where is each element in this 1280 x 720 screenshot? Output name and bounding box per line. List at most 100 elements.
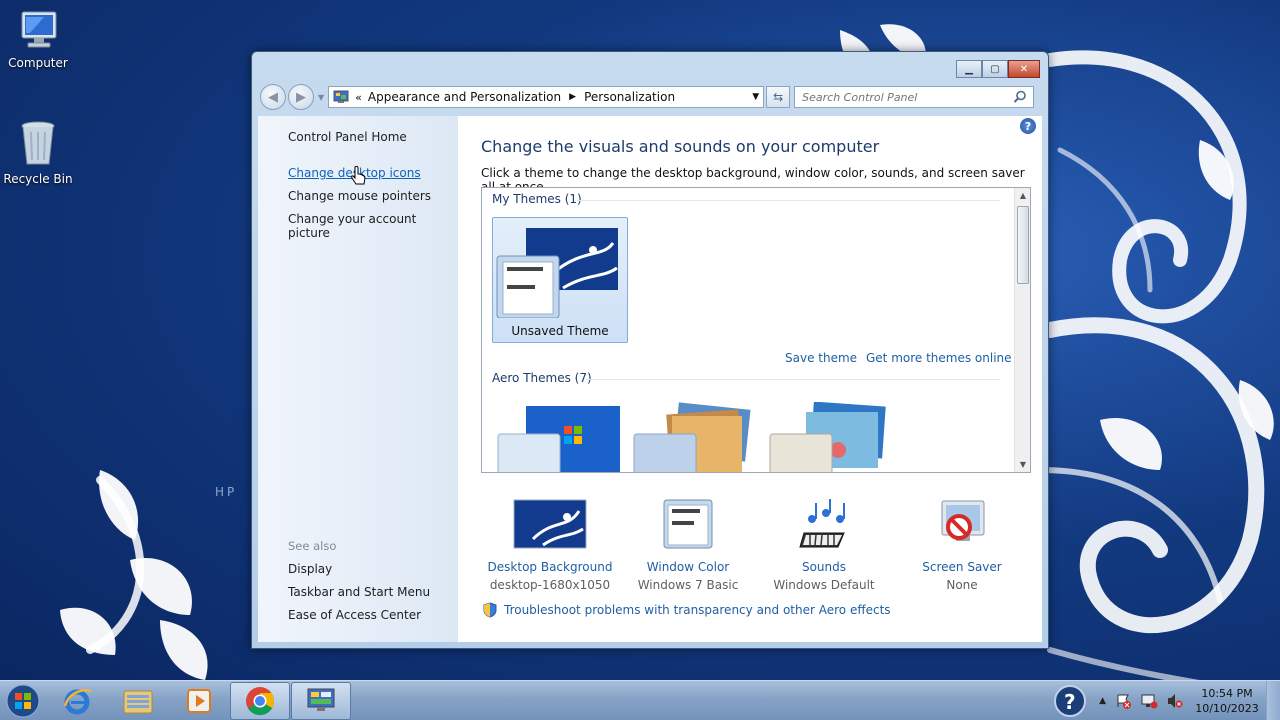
aero-theme-windows7-thumbnail[interactable]	[496, 402, 626, 472]
change-mouse-pointers-link[interactable]: Change mouse pointers	[288, 189, 431, 203]
breadcrumb-personalization[interactable]: Personalization	[584, 90, 675, 104]
forward-button[interactable]: ▶	[288, 84, 314, 110]
save-theme-link[interactable]: Save theme	[785, 351, 857, 365]
themes-list: My Themes (1) Unsaved Theme Save theme G…	[481, 187, 1031, 473]
svg-text:?: ?	[1064, 690, 1076, 714]
scroll-thumb[interactable]	[1017, 206, 1029, 284]
breadcrumb-chevron-icon[interactable]: «	[355, 91, 362, 104]
close-button[interactable]: ✕	[1008, 60, 1040, 78]
taskbar-internet-explorer[interactable]	[47, 682, 107, 720]
control-panel-home-link[interactable]: Control Panel Home	[288, 130, 407, 144]
shield-icon	[483, 602, 497, 618]
sounds-icon	[799, 499, 845, 548]
windows-start-icon	[6, 684, 40, 717]
show-hidden-icons-icon[interactable]: ▲	[1099, 696, 1106, 706]
window-color-setting[interactable]: Window Color Windows 7 Basic	[618, 499, 758, 592]
taskbar-chrome[interactable]	[230, 681, 290, 720]
breadcrumb-separator-icon[interactable]: ▶	[569, 92, 576, 102]
show-desktop-button[interactable]	[1266, 681, 1280, 720]
system-tray: ? ▲ 10:54 PM 10/10/2023	[1053, 681, 1280, 720]
get-more-themes-link[interactable]: Get more themes online	[866, 351, 1012, 365]
internet-explorer-icon	[63, 688, 92, 714]
my-themes-heading: My Themes (1)	[492, 192, 582, 206]
hand-cursor-icon	[351, 166, 366, 185]
change-account-picture-link[interactable]: Change your account picture	[288, 212, 458, 240]
aero-theme-architecture-thumbnail[interactable]	[632, 402, 762, 472]
screen-saver-icon	[941, 500, 985, 541]
setting-value: None	[946, 578, 978, 592]
address-bar[interactable]: « Appearance and Personalization ▶ Perso…	[328, 86, 765, 108]
desktop-watermark: HP	[215, 485, 238, 499]
forward-arrow-icon: ▶	[296, 89, 306, 105]
taskbar-media-player[interactable]	[169, 682, 229, 720]
desktop-icon-computer[interactable]: Computer	[0, 8, 76, 70]
setting-value: desktop-1680x1050	[489, 578, 611, 592]
search-icon[interactable]	[1013, 90, 1027, 104]
desktop-icon-recycle-bin[interactable]: Recycle Bin	[0, 120, 76, 186]
taskbar-control-panel[interactable]	[291, 681, 351, 720]
troubleshoot-row: Troubleshoot problems with transparency …	[482, 602, 891, 618]
recycle-bin-icon	[21, 121, 55, 165]
themes-scrollbar[interactable]: ▲ ▼	[1014, 188, 1030, 472]
taskbar-explorer[interactable]	[108, 682, 168, 720]
recent-pages-dropdown[interactable]: ▼	[318, 93, 324, 102]
unsaved-theme-thumbnail	[496, 228, 618, 318]
setting-label[interactable]: Window Color	[618, 560, 758, 574]
address-dropdown-icon[interactable]: ▼	[752, 92, 759, 102]
media-player-icon	[187, 688, 211, 713]
desktop-background-setting[interactable]: Desktop Background desktop-1680x1050	[480, 499, 620, 592]
back-arrow-icon: ◀	[268, 89, 278, 105]
maximize-button[interactable]: ▢	[982, 60, 1008, 78]
group-divider	[577, 200, 1000, 201]
personalization-window: ▁ ▢ ✕ ◀ ▶ ▼ « Appearance and Personaliza…	[251, 51, 1049, 649]
theme-label: Unsaved Theme	[511, 324, 609, 338]
see-also-heading: See also	[288, 539, 337, 553]
control-panel-icon	[307, 688, 335, 711]
scroll-up-icon[interactable]: ▲	[1015, 191, 1030, 200]
clock-date: 10/10/2023	[1195, 702, 1259, 715]
refresh-icon: ⇆	[773, 90, 784, 104]
window-color-icon	[663, 499, 713, 549]
main-content: ? Change the visuals and sounds on your …	[458, 116, 1042, 642]
screen-saver-setting[interactable]: Screen Saver None	[892, 499, 1032, 592]
chrome-icon	[246, 686, 274, 715]
scroll-down-icon[interactable]: ▼	[1015, 460, 1030, 469]
volume-muted-icon[interactable]	[1166, 693, 1184, 709]
taskbar-start-menu-link[interactable]: Taskbar and Start Menu	[288, 585, 430, 599]
control-panel-icon	[333, 90, 349, 103]
setting-value: Windows Default	[773, 578, 875, 592]
start-button[interactable]	[0, 681, 46, 720]
theme-unsaved[interactable]: Unsaved Theme	[492, 217, 628, 343]
system-clock[interactable]: 10:54 PM 10/10/2023	[1188, 686, 1266, 716]
sounds-setting[interactable]: Sounds Windows Default	[754, 499, 894, 592]
breadcrumb-appearance[interactable]: Appearance and Personalization	[368, 90, 561, 104]
folder-icon	[123, 690, 153, 713]
setting-label[interactable]: Desktop Background	[480, 560, 620, 574]
desktop-icon-label: Recycle Bin	[3, 172, 73, 186]
help-support-icon[interactable]: ?	[1053, 684, 1087, 718]
taskbar: ? ▲ 10:54 PM 10/10/2023	[0, 680, 1280, 720]
refresh-button[interactable]: ⇆	[766, 86, 791, 108]
display-link[interactable]: Display	[288, 562, 332, 576]
troubleshoot-link[interactable]: Troubleshoot problems with transparency …	[504, 603, 891, 617]
desktop-icon-label: Computer	[8, 56, 68, 70]
network-icon[interactable]	[1140, 693, 1158, 709]
search-box	[794, 86, 1035, 108]
setting-value: Windows 7 Basic	[637, 578, 739, 592]
action-center-icon[interactable]	[1116, 693, 1132, 709]
ease-of-access-link[interactable]: Ease of Access Center	[288, 608, 421, 622]
window-client-area: Control Panel Home Change desktop icons …	[258, 116, 1042, 642]
desktop-background-icon	[513, 499, 587, 549]
setting-label[interactable]: Sounds	[754, 560, 894, 574]
back-button[interactable]: ◀	[260, 84, 286, 110]
clock-time: 10:54 PM	[1201, 687, 1253, 700]
group-divider	[586, 379, 1000, 380]
search-input[interactable]	[802, 90, 1003, 104]
page-title: Change the visuals and sounds on your co…	[481, 137, 880, 156]
aero-theme-landscapes-thumbnail[interactable]	[768, 402, 898, 472]
help-icon[interactable]: ?	[1020, 118, 1036, 134]
setting-label[interactable]: Screen Saver	[892, 560, 1032, 574]
window-caption-buttons: ▁ ▢ ✕	[956, 60, 1040, 78]
left-nav-pane: Control Panel Home Change desktop icons …	[258, 116, 458, 642]
minimize-button[interactable]: ▁	[956, 60, 982, 78]
